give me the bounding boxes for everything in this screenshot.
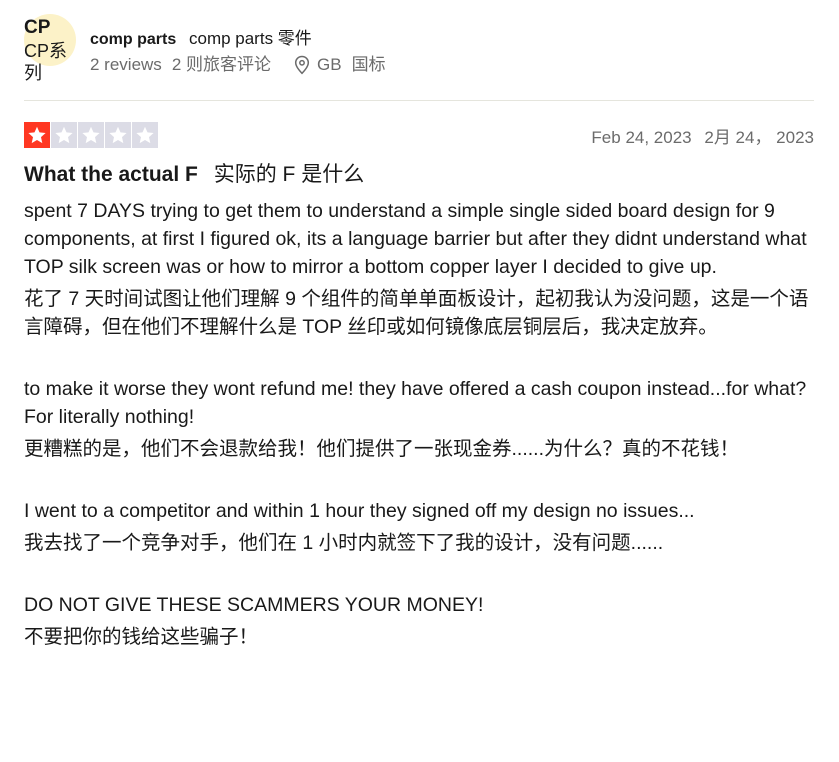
- rating-row: Feb 24, 2023 2月 24， 2023: [24, 121, 814, 149]
- review-paragraph: to make it worse they wont refund me! th…: [24, 378, 807, 428]
- review-date: Feb 24, 2023 2月 24， 2023: [591, 123, 814, 148]
- consumer-name-line: comp parts comp parts 零件: [90, 28, 386, 50]
- review-paragraph-translated: 我去找了一个竞争对手，他们在 1 小时内就签下了我的设计，没有问题......: [24, 532, 664, 554]
- review-paragraph-translated: 不要把你的钱给这些骗子！: [24, 626, 259, 648]
- reviews-count: 2 reviews: [90, 55, 162, 74]
- reviews-count-translated: 2 则旅客评论: [171, 55, 271, 74]
- review-title[interactable]: What the actual F 实际的 F 是什么: [24, 159, 814, 191]
- location-pin-icon: [293, 55, 311, 75]
- star-empty-icon: [105, 122, 131, 148]
- consumer-meta: 2 reviews 2 则旅客评论 GB 国标: [90, 54, 386, 76]
- review-date-text: Feb 24, 2023: [591, 127, 692, 147]
- review-date-translated: 2月 24， 2023: [704, 127, 814, 147]
- consumer-info: comp parts comp parts 零件 2 reviews 2 则旅客…: [90, 14, 386, 76]
- location-translated: 国标: [351, 55, 386, 74]
- consumer-name-translated: comp parts 零件: [188, 29, 312, 48]
- review-card: CP CP系列 comp parts comp parts 零件 2 revie…: [24, 14, 814, 651]
- avatar-initials: CP: [24, 17, 51, 38]
- review-paragraph: DO NOT GIVE THESE SCAMMERS YOUR MONEY!: [24, 594, 484, 616]
- avatar[interactable]: CP CP系列: [24, 14, 76, 83]
- review-paragraph: I went to a competitor and within 1 hour…: [24, 500, 695, 522]
- review-title-translated: 实际的 F 是什么: [213, 163, 365, 186]
- review-paragraph-translated: 花了 7 天时间试图让他们理解 9 个组件的简单单面板设计，起初我认为没问题，这…: [24, 288, 809, 338]
- avatar-initials-translated: CP系列: [24, 41, 68, 83]
- consumer-header: CP CP系列 comp parts comp parts 零件 2 revie…: [24, 14, 814, 101]
- star-filled-icon: [24, 122, 50, 148]
- star-empty-icon: [78, 122, 104, 148]
- review-paragraph: spent 7 DAYS trying to get them to under…: [24, 200, 807, 278]
- star-empty-icon: [132, 122, 158, 148]
- review-title-text: What the actual F: [24, 163, 198, 186]
- location-code: GB: [317, 55, 342, 74]
- consumer-name[interactable]: comp parts: [90, 31, 176, 48]
- star-empty-icon: [51, 122, 77, 148]
- review-paragraph-translated: 更糟糕的是，他们不会退款给我！他们提供了一张现金券......为什么？真的不花钱…: [24, 438, 740, 460]
- star-rating: [24, 122, 158, 148]
